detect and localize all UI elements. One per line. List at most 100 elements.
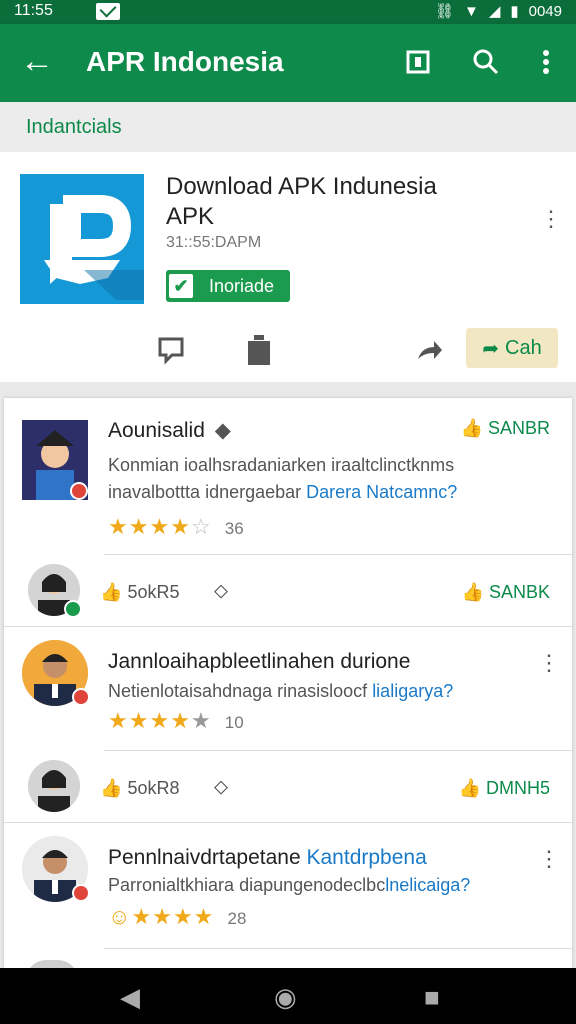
- mail-notification-icon: [96, 3, 120, 20]
- app-card: Download APK Indunesia APK 31::55:DAPM ✔…: [0, 152, 576, 382]
- review-more-icon[interactable]: ⋮: [538, 848, 560, 870]
- nav-home-icon[interactable]: ◉: [274, 982, 297, 1013]
- reviewer-name-text: Pennlnaivdrtapetane: [108, 846, 301, 869]
- avatar-badge: [72, 884, 90, 902]
- review-line: inavalbottta idnergaebar: [108, 482, 302, 502]
- back-arrow-icon[interactable]: ←: [20, 44, 54, 78]
- section-label: Indantcials: [26, 116, 122, 138]
- review-link[interactable]: lnelicaiga?: [385, 875, 470, 895]
- star-icon: ★: [170, 708, 191, 733]
- star-icon: ★: [149, 708, 171, 733]
- reviewer-name: Jannloaihapbleetlinahen durione: [108, 650, 411, 673]
- star-icon: ★: [108, 514, 129, 539]
- star-icon: ★: [172, 904, 194, 929]
- like-count[interactable]: 👍 5okR5: [100, 582, 179, 603]
- review-line: Konmian ioalhsradaniarken iraaltclinctkn…: [108, 455, 455, 475]
- review-line: Netienlotaisahdnaga rinasisloocf: [108, 681, 368, 701]
- divider: [4, 822, 572, 823]
- installed-button[interactable]: ✔ Inoriade: [166, 270, 290, 302]
- avatar: [26, 960, 78, 968]
- divider: [104, 750, 572, 751]
- avatar-badge: [70, 482, 88, 500]
- signal-icon: ◢: [488, 3, 501, 20]
- sync-icon: ⛓: [434, 3, 454, 20]
- review-body: Netienlotaisahdnaga rinasisloocf lialiga…: [108, 678, 453, 705]
- reviewer-name-link[interactable]: Kantdrpbena: [307, 846, 427, 869]
- thumb-up-icon: 👍: [460, 418, 483, 438]
- status-right-text: 0049: [528, 2, 562, 20]
- reviewer-name: Pennlnaivdrtapetane Kantdrpbena: [108, 846, 427, 870]
- status-right-icons: ⛓ ▼ ◢ ▮ 0049: [434, 2, 562, 21]
- thumb-up-icon: 👍: [461, 582, 484, 602]
- star-empty-icon: ☆: [190, 514, 212, 539]
- app-title: Download APK Indunesia APK: [166, 173, 437, 230]
- review-body: Parronialtkhiara diapungenodeclbclnelica…: [108, 872, 470, 899]
- thumb-up-icon: 👍: [458, 778, 481, 798]
- app-bar: ← APR Indonesia: [0, 24, 576, 102]
- more-vert-icon[interactable]: [528, 44, 564, 80]
- wifi-icon: ▼: [463, 2, 479, 20]
- section-header: Indantcials: [0, 102, 576, 152]
- tag-icon[interactable]: ⬦: [214, 776, 228, 799]
- star-icon: ★: [128, 708, 150, 733]
- star-empty-icon: ★: [190, 708, 212, 733]
- app-more-icon[interactable]: ⋮: [540, 208, 562, 230]
- rating-count: 10: [224, 713, 244, 732]
- star-icon: ★: [152, 904, 173, 929]
- star-icon: ★: [149, 514, 171, 539]
- bookmark-icon[interactable]: [400, 44, 436, 80]
- forward-icon: ➦: [482, 337, 500, 360]
- nav-recents-icon[interactable]: ■: [424, 982, 440, 1013]
- rating-stars: ★★★★★ 10: [108, 708, 244, 734]
- reviewer-name: Aounisalid ◆: [108, 418, 231, 443]
- delete-icon[interactable]: [246, 335, 272, 372]
- like-count[interactable]: 👍 5okR8: [100, 778, 179, 799]
- helpful-label: SANBK: [488, 582, 550, 602]
- divider: [104, 554, 572, 555]
- helpful-button[interactable]: 👍 DMNH5: [459, 778, 550, 799]
- reviewer-name-text: Aounisalid: [108, 419, 205, 442]
- battery-icon: ▮: [510, 3, 519, 20]
- review-more-icon[interactable]: ⋮: [538, 652, 560, 674]
- avatar-badge: [72, 688, 90, 706]
- thumb-up-icon: 👍: [100, 582, 123, 602]
- status-bar: 11:55 ⛓ ▼ ◢ ▮ 0049: [0, 0, 576, 24]
- share-icon[interactable]: [414, 335, 444, 372]
- tag-icon[interactable]: ⬦: [214, 580, 228, 603]
- comment-icon[interactable]: [156, 335, 186, 372]
- rating-stars: ☺★★★★ 28: [108, 904, 246, 930]
- helpful-button[interactable]: 👍 SANBK: [462, 582, 550, 603]
- rating-stars: ★★★★☆ 36: [108, 514, 244, 540]
- thumb-up-icon: 👍: [100, 778, 123, 798]
- app-icon[interactable]: [20, 174, 144, 304]
- avatar[interactable]: [22, 420, 88, 500]
- like-count-label: 5okR5: [127, 582, 180, 602]
- avatar[interactable]: [28, 760, 80, 812]
- search-icon[interactable]: [468, 44, 504, 80]
- helpful-label: SANBR: [487, 418, 550, 438]
- divider: [4, 626, 572, 627]
- review-link[interactable]: lialigarya?: [372, 681, 453, 701]
- emoji-icon: ☺: [108, 904, 132, 929]
- primary-action-button[interactable]: ➦ Cah: [466, 328, 558, 368]
- review-body: Konmian ioalhsradaniarken iraaltclinctkn…: [108, 452, 457, 506]
- review-line: Parronialtkhiara diapungenodeclbc: [108, 875, 386, 895]
- divider: [104, 948, 572, 949]
- star-icon: ★: [108, 708, 129, 733]
- star-icon: ★: [128, 514, 150, 539]
- check-icon: ✔: [169, 274, 193, 298]
- system-nav-bar: ◀ ◉ ■: [0, 968, 576, 1024]
- like-count-label: 5okR8: [127, 778, 180, 798]
- installed-label: Inoriade: [209, 275, 275, 296]
- helpful-button[interactable]: 👍 SANBR: [461, 418, 550, 439]
- star-icon: ★: [131, 904, 153, 929]
- status-time: 11:55: [14, 2, 53, 19]
- page-title: APR Indonesia: [86, 46, 284, 77]
- star-icon: ★: [170, 514, 191, 539]
- review-link[interactable]: Darera Natcamnc?: [306, 482, 457, 502]
- helpful-label: DMNH5: [485, 778, 550, 798]
- star-icon: ★: [193, 904, 215, 929]
- primary-action-label: Cah: [505, 336, 542, 359]
- reviews-list: Aounisalid ◆ 👍 SANBR Konmian ioalhsradan…: [4, 398, 572, 968]
- nav-back-icon[interactable]: ◀: [120, 982, 140, 1013]
